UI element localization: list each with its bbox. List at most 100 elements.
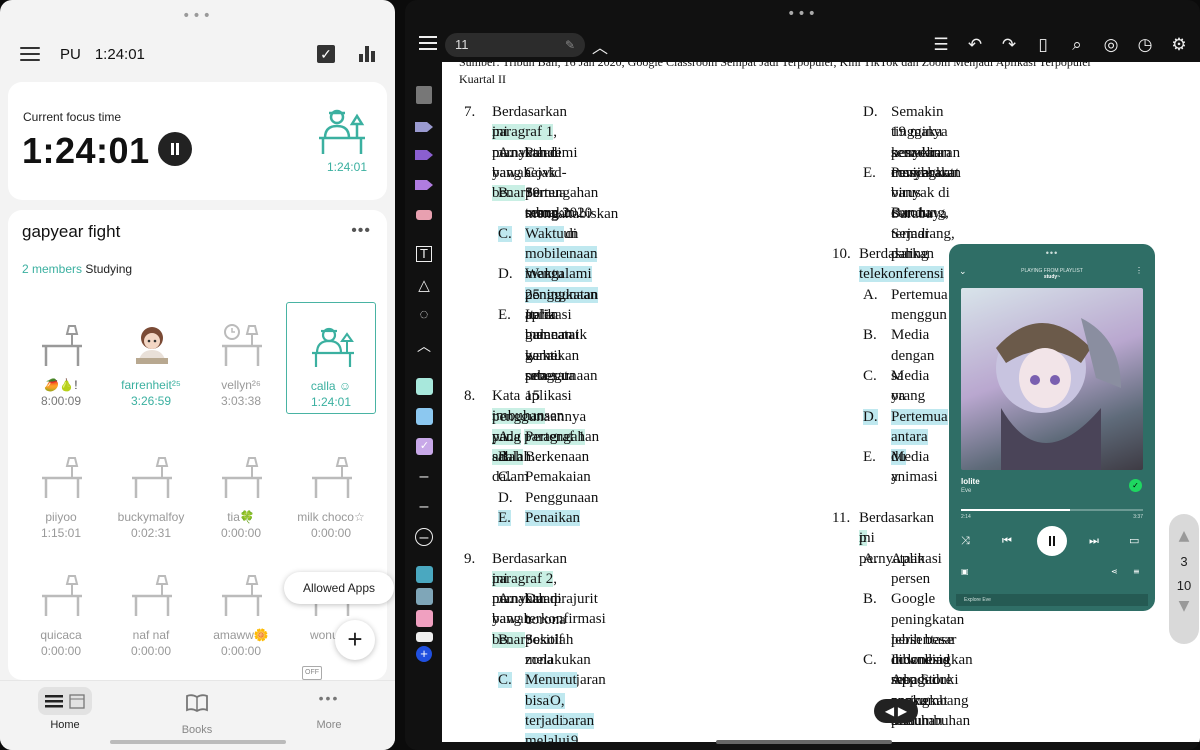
shapes-tool-icon[interactable]: △	[413, 276, 435, 294]
outline-list-icon[interactable]: ☰	[930, 34, 952, 56]
more-options-icon[interactable]: •••	[351, 222, 371, 240]
progress-bar[interactable]	[961, 509, 1143, 511]
question-stem: Berdasarkan	[859, 246, 934, 263]
home-indicator[interactable]	[110, 740, 286, 744]
pen-tool-icon[interactable]	[413, 118, 435, 136]
pause-button[interactable]	[158, 132, 192, 166]
color-purple-swatch[interactable]: ✓	[416, 438, 433, 455]
page-down-icon[interactable]: ▼	[1169, 598, 1199, 614]
member-tile[interactable]: milk choco☆ 0:00:00	[286, 434, 376, 546]
share-icon[interactable]: ⋖	[1111, 567, 1118, 576]
collapse-tools-icon[interactable]: ︿	[413, 336, 435, 354]
option-text: Pertemua	[891, 408, 948, 425]
option-text: bisa terjadi melalui udara	[525, 691, 570, 742]
color-blue-swatch[interactable]	[416, 408, 433, 425]
color-mint-swatch[interactable]	[416, 378, 433, 395]
member-tile[interactable]: amaww🌼 0:00:00	[196, 552, 286, 664]
thick-stroke-icon[interactable]: –	[415, 528, 433, 546]
option-text: Pertemua	[891, 286, 948, 303]
calendar-icon	[69, 694, 85, 709]
member-name: amaww🌼	[213, 628, 269, 642]
members-count[interactable]: 2 members	[22, 262, 82, 276]
add-button[interactable]: +	[335, 620, 375, 660]
nav-books[interactable]: Books	[152, 687, 242, 736]
page-icon[interactable]: ▯	[1032, 34, 1054, 56]
player-grabber[interactable]: •••	[949, 248, 1155, 258]
track-artist: Eve	[961, 488, 972, 494]
allowed-apps-button[interactable]: Allowed Apps	[284, 572, 394, 604]
queue-icon[interactable]: ≡	[1133, 567, 1140, 576]
member-tile[interactable]: calla ☺ 1:24:01	[286, 302, 376, 414]
stats-chart-icon[interactable]	[359, 46, 375, 62]
read-mode-icon[interactable]: ◎	[1100, 34, 1122, 56]
highlighter-tool-icon[interactable]	[413, 206, 435, 224]
nav-home-label: Home	[50, 719, 80, 731]
chevron-up-icon[interactable]: ︿	[592, 34, 608, 58]
player-header: PLAYING FROM PLAYLIST study~	[949, 268, 1155, 280]
nav-more[interactable]: ••• More	[284, 687, 374, 731]
page-nav-arrows[interactable]: ◀ ▶	[874, 699, 918, 723]
home-indicator-right[interactable]	[716, 740, 892, 744]
member-tile[interactable]: farrenheit²⁵ 3:26:59	[106, 302, 196, 414]
color-white-swatch[interactable]	[416, 632, 433, 642]
color-teal-swatch[interactable]	[416, 566, 433, 583]
search-document-icon[interactable]: ⌕	[1066, 34, 1088, 56]
member-name: naf naf	[132, 628, 170, 642]
explore-artist-link[interactable]: Explore Eve	[956, 594, 1148, 606]
member-name: buckymalfoy	[117, 510, 185, 524]
reader-menu-icon[interactable]	[419, 36, 437, 50]
text-tool-icon[interactable]: T	[416, 246, 432, 262]
option-text: Penggunaan	[525, 489, 599, 506]
desk-lamp-icon	[40, 574, 84, 616]
add-color-icon[interactable]: +	[416, 646, 432, 662]
member-tile[interactable]: tia🍀 0:00:00	[196, 434, 286, 546]
clock-icon[interactable]: ◷	[1134, 34, 1156, 56]
member-tile[interactable]: piiyoo 1:15:01	[16, 434, 106, 546]
multitask-handle-right[interactable]: •••	[787, 6, 818, 22]
progress-fill	[961, 509, 1071, 511]
study-app-pane: ••• PU 1:24:01 ✓ Current focus time 1:24…	[0, 0, 395, 750]
member-tile[interactable]: 🥭🍐! 8:00:09	[16, 302, 106, 414]
color-pink-swatch[interactable]	[416, 610, 433, 627]
edit-pencil-icon[interactable]: ✎	[565, 33, 575, 57]
member-tile[interactable]: quicaca 0:00:00	[16, 552, 106, 664]
lasso-tool-icon[interactable]: ◌	[413, 306, 435, 324]
color-slate-swatch[interactable]	[416, 588, 433, 605]
liked-check-icon[interactable]: ✓	[1129, 479, 1142, 492]
focus-timer: 1:24:01	[22, 130, 150, 171]
desk-lamp-icon	[220, 574, 264, 616]
lyrics-icon[interactable]: ▣	[961, 567, 969, 576]
nav-home[interactable]: Home	[20, 687, 110, 731]
cast-device-icon[interactable]: ▭	[1129, 534, 1139, 547]
marker-violet-icon[interactable]	[413, 176, 435, 194]
member-name: calla ☺	[310, 379, 352, 393]
shuffle-icon[interactable]: ⤨	[961, 534, 970, 548]
member-tile[interactable]: buckymalfoy 0:02:31	[106, 434, 196, 546]
thin-stroke-icon[interactable]: –	[413, 468, 435, 486]
member-time: 0:02:31	[130, 526, 172, 540]
member-tile[interactable]: vellyn²⁶ 3:03:38	[196, 302, 286, 414]
medium-stroke-icon[interactable]: –	[413, 498, 435, 516]
music-player-popup[interactable]: ••• ⌄ ⋮ PLAYING FROM PLAYLIST study~ Iol…	[949, 244, 1155, 611]
page-up-icon[interactable]: ▲	[1169, 528, 1199, 544]
previous-track-icon[interactable]: ⏮	[1002, 534, 1012, 548]
page-number-input[interactable]: 11 ✎	[445, 33, 585, 57]
option-letter: D.	[863, 104, 878, 120]
page-scroller[interactable]: ▲ 3 10 ▼	[1169, 514, 1199, 644]
eraser-tool-icon[interactable]	[416, 86, 432, 104]
pause-track-button[interactable]	[1037, 526, 1067, 556]
member-time: 1:24:01	[310, 395, 352, 409]
off-toggle-icon[interactable]: OFF	[302, 666, 322, 680]
header-timer: 1:24:01	[94, 45, 145, 63]
checklist-icon[interactable]: ✓	[317, 45, 335, 63]
multitask-handle[interactable]: •••	[182, 8, 213, 24]
next-track-icon[interactable]: ⏭	[1089, 534, 1099, 548]
option-letter: A.	[498, 591, 513, 608]
redo-icon[interactable]: ↷	[998, 34, 1020, 56]
hamburger-menu-icon[interactable]	[20, 47, 40, 61]
settings-gear-icon[interactable]: ⚙	[1168, 34, 1190, 56]
option-letter: A.	[863, 286, 878, 303]
marker-purple-icon[interactable]	[413, 146, 435, 164]
member-tile[interactable]: naf naf 0:00:00	[106, 552, 196, 664]
undo-icon[interactable]: ↶	[964, 34, 986, 56]
